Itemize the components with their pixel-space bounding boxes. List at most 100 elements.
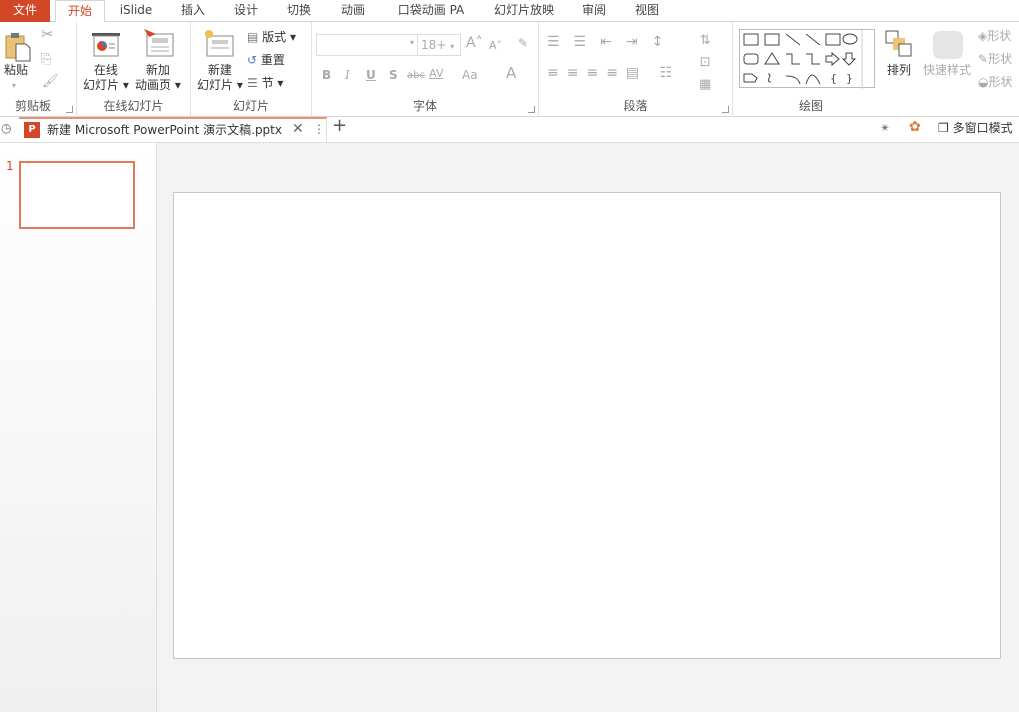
quick-styles-button[interactable]: 快速样式 xyxy=(923,63,971,78)
label: 幻灯片 xyxy=(83,78,120,92)
new-slide-button[interactable]: 新建 幻灯片 ▾ xyxy=(197,63,243,93)
tab-transitions[interactable]: 切换 xyxy=(276,0,322,22)
font-size-value: 18+ xyxy=(421,38,447,52)
group-label: 段落 xyxy=(623,99,648,113)
label: 版式 xyxy=(262,30,287,44)
tab-slideshow[interactable]: 幻灯片放映 xyxy=(488,0,560,22)
text-direction-icons[interactable]: ⇅ ⊡ ▦ xyxy=(699,30,711,96)
tab-design[interactable]: 设计 xyxy=(223,0,269,22)
chevron-down-icon[interactable]: ▾ xyxy=(410,38,414,47)
dialog-launcher-icon[interactable] xyxy=(66,106,73,113)
multiwindow-button[interactable]: ❐ 多窗口模式 xyxy=(938,121,1013,136)
svg-text:{: { xyxy=(830,72,837,85)
grow-font-icon[interactable]: A˄ xyxy=(466,36,483,51)
group-font: ▾ 18+ ▾ A˄ A˅ ✎ B I U S abc AV Aa A 字体 xyxy=(312,22,539,117)
document-title: 新建 Microsoft PowerPoint 演示文稿.pptx xyxy=(47,123,282,137)
effects-icon: ◒ xyxy=(978,75,989,89)
label: 幻灯片 xyxy=(197,78,234,92)
paste-icon xyxy=(5,33,31,62)
format-painter-icon[interactable]: 🖌 xyxy=(42,74,59,89)
section-icon: ☰ xyxy=(247,76,258,90)
alignment-icons[interactable]: ≡≡≡≡▤ ☷ xyxy=(547,66,680,81)
slides-pane: 1 xyxy=(0,143,157,712)
paste-label: 粘贴 xyxy=(4,63,29,77)
label: 形状 xyxy=(988,52,1013,66)
new-tab-button[interactable]: + xyxy=(332,117,347,135)
dialog-launcher-icon[interactable] xyxy=(722,106,729,113)
group-clipboard: 粘贴 ▾ ✂ ⎘ 🖌 剪贴板 xyxy=(0,22,77,117)
shape-fill-button[interactable]: ◈形状 xyxy=(978,29,1011,44)
shape-outline-button[interactable]: ✎形状 xyxy=(978,52,1012,67)
section-button[interactable]: ☰ 节 ▾ xyxy=(247,76,283,91)
shapes-icon: {} xyxy=(743,30,863,89)
clear-format-icon[interactable]: ✎ xyxy=(518,36,528,51)
shadow-button[interactable]: S xyxy=(389,68,398,83)
font-name-input[interactable]: ▾ xyxy=(316,34,418,56)
underline-button[interactable]: U xyxy=(366,68,376,83)
shapes-gallery[interactable]: {} xyxy=(739,29,875,89)
paragraph-row1-icons[interactable]: ☰☰⇤⇥↕ xyxy=(547,35,677,50)
tab-animations[interactable]: 动画 xyxy=(330,0,376,22)
close-icon[interactable]: ✕ xyxy=(292,122,304,137)
chevron-down-icon[interactable]: ▾ xyxy=(12,78,16,93)
windows-icon: ❐ xyxy=(938,121,949,135)
label: 动画页 xyxy=(135,78,172,92)
paste-button[interactable] xyxy=(5,32,31,62)
cut-icon[interactable]: ✂ xyxy=(41,27,54,42)
magic-icon[interactable]: ✴ xyxy=(880,121,890,136)
tab-islide[interactable]: iSlide xyxy=(112,0,160,22)
group-label: 字体 xyxy=(412,99,437,113)
strikethrough-button[interactable]: abc xyxy=(407,68,425,83)
tab-insert[interactable]: 插入 xyxy=(170,0,216,22)
dialog-launcher-icon[interactable] xyxy=(528,106,535,113)
arrange-icon xyxy=(885,30,913,61)
online-slides-button[interactable]: 在线 幻灯片 ▾ xyxy=(83,63,129,93)
group-label: 在线幻灯片 xyxy=(103,99,164,113)
italic-button[interactable]: I xyxy=(345,68,350,83)
more-icon[interactable]: ⋮ xyxy=(313,122,325,137)
slide-canvas[interactable] xyxy=(173,192,1001,659)
copy-icon[interactable]: ⎘ xyxy=(41,52,51,67)
online-slides-icon xyxy=(91,32,121,61)
slide-number: 1 xyxy=(6,159,14,173)
svg-text:}: } xyxy=(846,72,853,85)
bold-button[interactable]: B xyxy=(322,68,331,83)
document-tab[interactable]: P 新建 Microsoft PowerPoint 演示文稿.pptx ✕ ⋮ xyxy=(19,117,327,143)
chevron-down-icon: ▾ xyxy=(450,42,455,51)
label: 形状 xyxy=(987,29,1012,43)
layout-button[interactable]: ▤ 版式 ▾ xyxy=(247,30,296,45)
tab-file[interactable]: 文件 xyxy=(0,0,50,22)
arrange-button[interactable]: 排列 xyxy=(887,63,911,78)
reset-button[interactable]: ↺ 重置 xyxy=(247,53,285,68)
outline-icon: ✎ xyxy=(978,52,989,66)
font-color-button[interactable]: A xyxy=(506,66,516,81)
ribbon: 粘贴 ▾ ✂ ⎘ 🖌 剪贴板 在线 幻灯片 ▾ 新加 动画页 ▾ 在线幻灯片 新建幻… xyxy=(0,22,1019,117)
gear-icon[interactable]: ✿ xyxy=(909,120,921,135)
shrink-font-icon[interactable]: A˅ xyxy=(489,38,502,53)
tab-review[interactable]: 审阅 xyxy=(574,0,614,22)
layout-icon: ▤ xyxy=(247,30,259,44)
fill-icon: ◈ xyxy=(978,29,988,43)
change-case-button[interactable]: Aa xyxy=(462,68,478,83)
reset-icon: ↺ xyxy=(247,53,258,67)
group-label: 剪贴板 xyxy=(14,99,51,113)
add-animation-button[interactable]: 新加 动画页 ▾ xyxy=(135,63,181,93)
label: 在线 xyxy=(93,63,118,77)
label: 节 xyxy=(261,76,274,90)
label: 多窗口模式 xyxy=(952,121,1013,135)
group-drawing: {} 排列 快速样式 ◈形状 ✎形状 ◒形状 绘图 xyxy=(733,22,1019,117)
label: 新建 xyxy=(207,63,232,77)
slide-thumbnail[interactable] xyxy=(19,161,135,229)
group-online-slides: 在线 幻灯片 ▾ 新加 动画页 ▾ 在线幻灯片 xyxy=(77,22,191,117)
char-spacing-button[interactable]: AV xyxy=(429,66,443,81)
ribbon-tab-bar: 文件 开始 iSlide 插入 设计 切换 动画 口袋动画 PA 幻灯片放映 审… xyxy=(0,0,1019,23)
history-icon[interactable]: ◷ xyxy=(1,121,11,136)
tab-view[interactable]: 视图 xyxy=(627,0,667,22)
font-size-input[interactable]: 18+ ▾ xyxy=(417,34,461,56)
group-paragraph: ☰☰⇤⇥↕ ≡≡≡≡▤ ☷ ⇅ ⊡ ▦ 段落 xyxy=(539,22,733,117)
add-animation-icon xyxy=(143,28,175,61)
tab-pocket-animation[interactable]: 口袋动画 PA xyxy=(390,0,472,22)
group-label: 绘图 xyxy=(798,99,823,113)
tab-home[interactable]: 开始 xyxy=(55,0,105,23)
shape-effects-button[interactable]: ◒形状 xyxy=(978,75,1013,90)
